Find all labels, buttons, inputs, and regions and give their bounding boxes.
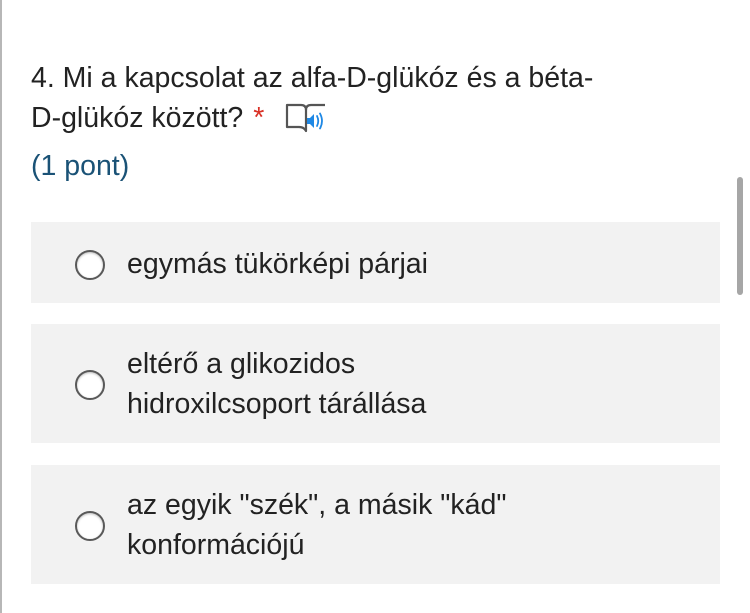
question-line-1: 4. Mi a kapcsolat az alfa-D-glükóz és a … (31, 62, 594, 94)
question-line-2-text: D-glükóz között? (31, 102, 244, 134)
points-label: (1 pont) (31, 150, 130, 182)
option-2-line-1: eltérő a glikozidos (127, 348, 356, 380)
option-2-label: eltérő a glikozidos hidroxilcsoport tárá… (127, 344, 426, 424)
option-3-line-2: konformációjú (127, 529, 305, 561)
option-2-line-2: hidroxilcsoport tárállása (127, 388, 427, 420)
option-2[interactable]: eltérő a glikozidos hidroxilcsoport tárá… (31, 324, 720, 443)
radio-button-option-2[interactable] (75, 370, 105, 400)
left-border (0, 0, 2, 613)
option-3[interactable]: az egyik "szék", a másik "kád" konformác… (31, 465, 720, 584)
option-1-label: egymás tükörképi párjai (127, 244, 428, 284)
question-title: 4. Mi a kapcsolat az alfa-D-glükóz és a … (31, 58, 721, 138)
radio-button-option-1[interactable] (75, 250, 105, 280)
option-1-line-1: egymás tükörképi párjai (127, 248, 428, 280)
option-3-label: az egyik "szék", a másik "kád" konformác… (127, 485, 506, 565)
question-line-2: D-glükóz között? * (31, 98, 721, 138)
option-3-line-1: az egyik "szék", a másik "kád" (127, 489, 507, 521)
scrollbar[interactable] (737, 177, 743, 295)
required-asterisk: * (253, 102, 265, 134)
option-1[interactable]: egymás tükörképi párjai (31, 222, 720, 303)
radio-button-option-3[interactable] (75, 511, 105, 541)
immersive-reader-icon[interactable] (284, 101, 330, 133)
